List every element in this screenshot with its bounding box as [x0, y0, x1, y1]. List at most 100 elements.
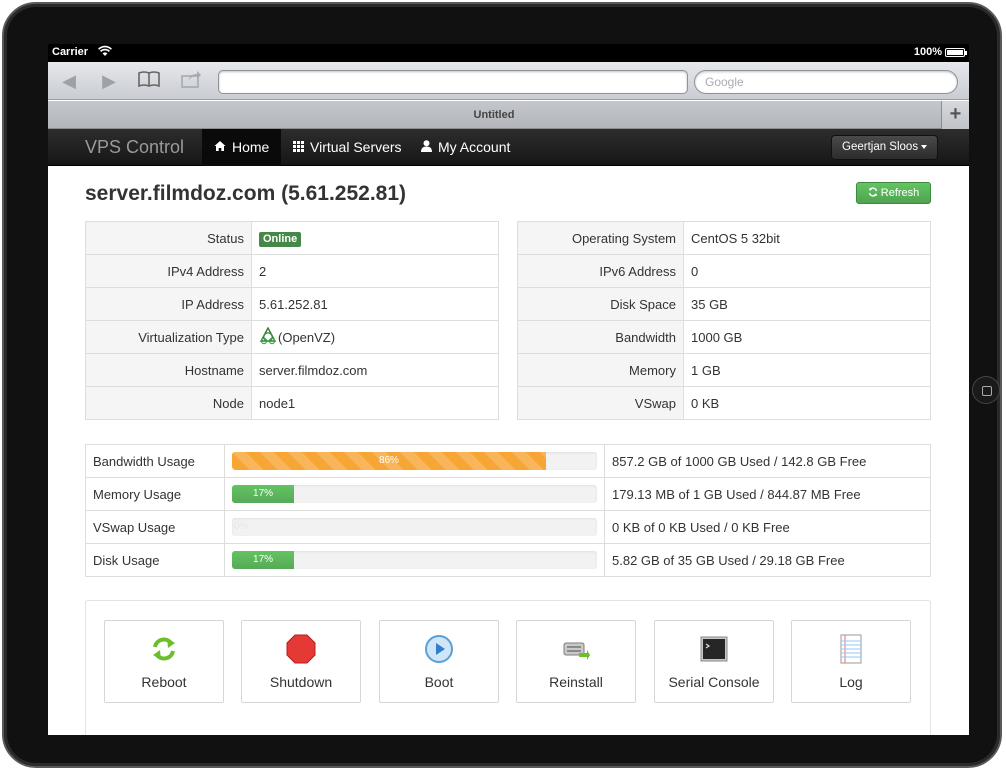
usage-row-bandwidth: Bandwidth Usage 86% 857.2 GB of 1000 GB …: [85, 444, 931, 478]
reinstall-button[interactable]: Reinstall: [516, 620, 636, 703]
table-row: VSwap 0 KB: [517, 386, 931, 420]
progress-fill: 17%: [232, 485, 295, 503]
bookmarks-icon[interactable]: [136, 68, 162, 92]
shutdown-button[interactable]: Shutdown: [241, 620, 361, 703]
tablet-frame: Carrier 100% ◀ ▶ Google Untitled + VPS C…: [2, 2, 1002, 768]
battery-icon: [945, 47, 967, 57]
progress-fill: 17%: [232, 551, 295, 569]
table-row: Virtualization Type (OpenVZ): [85, 320, 499, 354]
back-icon[interactable]: ◀: [56, 69, 82, 93]
nav-item-virtual-servers[interactable]: Virtual Servers: [281, 129, 414, 166]
info-value: 0 KB: [683, 386, 931, 420]
battery-indicator: 100%: [914, 46, 967, 58]
table-row: IP Address 5.61.252.81: [85, 287, 499, 321]
progress-bar: 86%: [232, 452, 597, 470]
nav-item-label: Virtual Servers: [310, 139, 402, 155]
info-value: 2: [251, 254, 499, 288]
refresh-icon: [868, 187, 878, 199]
server-info-table: Status Online IPv4 Address 2 IP Address …: [85, 221, 499, 420]
table-row: Status Online: [85, 221, 499, 255]
table-row: Hostname server.filmdoz.com: [85, 353, 499, 387]
progress-bar: 0%: [232, 518, 597, 536]
actions-panel: Reboot Shutdown Boot Reinstall Serial Co…: [85, 600, 931, 735]
shutdown-icon: [242, 634, 360, 664]
action-label: Reboot: [141, 674, 187, 690]
progress-bar: 17%: [232, 551, 597, 569]
user-icon: [421, 129, 432, 166]
usage-label: VSwap Usage: [85, 510, 225, 544]
boot-icon: [380, 634, 498, 664]
new-tab-button[interactable]: +: [941, 101, 969, 129]
action-label: Log: [839, 674, 863, 690]
info-value: 0: [683, 254, 931, 288]
progress-bar: 17%: [232, 485, 597, 503]
info-key: Bandwidth: [517, 320, 684, 354]
table-row: Operating System CentOS 5 32bit: [517, 221, 931, 255]
usage-bar-cell: 0%: [224, 510, 605, 544]
console-icon: [655, 634, 773, 664]
carrier-label: Carrier: [52, 46, 89, 58]
info-key: VSwap: [517, 386, 684, 420]
info-value: 35 GB: [683, 287, 931, 321]
action-label: Serial Console: [668, 674, 760, 690]
usage-label: Disk Usage: [85, 543, 225, 577]
screen: Carrier 100% ◀ ▶ Google Untitled + VPS C…: [48, 44, 969, 735]
info-key: Operating System: [517, 221, 684, 255]
usage-row-memory: Memory Usage 17% 179.13 MB of 1 GB Used …: [85, 477, 931, 511]
usage-detail: 0 KB of 0 KB Used / 0 KB Free: [604, 510, 931, 544]
browser-toolbar: ◀ ▶ Google: [48, 62, 969, 100]
reboot-button[interactable]: Reboot: [104, 620, 224, 703]
log-button[interactable]: Log: [791, 620, 911, 703]
info-key: Virtualization Type: [85, 320, 252, 354]
home-icon: [214, 129, 226, 166]
info-value: CentOS 5 32bit: [691, 230, 780, 246]
server-specs-table: Operating System CentOS 5 32bit IPv6 Add…: [517, 221, 931, 420]
table-row: Memory 1 GB: [517, 353, 931, 387]
table-row: Disk Space 35 GB: [517, 287, 931, 321]
usage-table: Bandwidth Usage 86% 857.2 GB of 1000 GB …: [85, 444, 931, 577]
progress-fill: 86%: [232, 452, 546, 470]
reboot-icon: [105, 634, 223, 664]
usage-label: Memory Usage: [85, 477, 225, 511]
user-dropdown[interactable]: Geertjan Sloos: [831, 135, 939, 160]
info-value: 1 GB: [683, 353, 931, 387]
table-row: Node node1: [85, 386, 499, 420]
app-navbar: VPS Control Home Virtual Servers My Acco…: [48, 129, 969, 166]
search-input[interactable]: Google: [694, 70, 958, 94]
home-hardware-button[interactable]: [972, 376, 1000, 404]
table-row: Bandwidth 1000 GB: [517, 320, 931, 354]
info-key: Disk Space: [517, 287, 684, 321]
usage-detail: 5.82 GB of 35 GB Used / 29.18 GB Free: [604, 543, 931, 577]
nav-item-my-account[interactable]: My Account: [409, 129, 522, 166]
nav-item-label: My Account: [438, 139, 511, 155]
boot-button[interactable]: Boot: [379, 620, 499, 703]
virtualization-type: (OpenVZ): [278, 329, 336, 345]
user-name: Geertjan Sloos: [842, 141, 919, 153]
usage-row-disk: Disk Usage 17% 5.82 GB of 35 GB Used / 2…: [85, 543, 931, 577]
info-value: Online: [252, 222, 499, 255]
url-input[interactable]: [218, 70, 688, 94]
table-row: IPv6 Address 0: [517, 254, 931, 288]
tab-bar: Untitled +: [48, 101, 969, 129]
info-key: Memory: [517, 353, 684, 387]
log-icon: [792, 634, 910, 664]
refresh-button[interactable]: Refresh: [856, 182, 931, 204]
progress-fill: 0%: [234, 521, 249, 532]
usage-label: Bandwidth Usage: [85, 444, 225, 478]
refresh-label: Refresh: [880, 187, 920, 199]
nav-item-home[interactable]: Home: [202, 129, 282, 166]
page-title: server.filmdoz.com (5.61.252.81): [85, 182, 406, 205]
action-label: Shutdown: [269, 674, 333, 690]
status-bar: Carrier 100%: [48, 44, 969, 62]
info-key: Hostname: [85, 353, 252, 387]
tab-untitled[interactable]: Untitled: [48, 101, 940, 129]
info-key: IP Address: [85, 287, 252, 321]
serial-console-button[interactable]: Serial Console: [654, 620, 774, 703]
brand-logo[interactable]: VPS Control: [85, 129, 184, 166]
share-icon[interactable]: [178, 69, 204, 93]
forward-icon[interactable]: ▶: [96, 69, 122, 93]
usage-bar-cell: 17%: [224, 477, 605, 511]
usage-bar-cell: 86%: [224, 444, 605, 478]
info-value: node1: [251, 386, 499, 420]
info-key: Status: [85, 221, 252, 255]
